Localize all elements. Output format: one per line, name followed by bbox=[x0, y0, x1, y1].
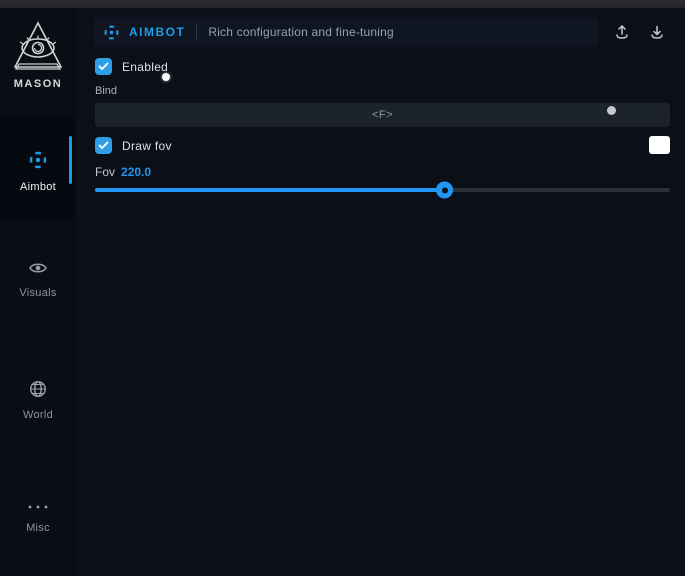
fov-label-row: Fov 220.0 bbox=[95, 165, 151, 179]
page-header: AIMBOT Rich configuration and fine-tunin… bbox=[93, 17, 598, 47]
sidebar-item-label: Aimbot bbox=[0, 181, 76, 193]
enabled-row: Enabled bbox=[95, 58, 168, 75]
enabled-checkbox[interactable] bbox=[95, 58, 112, 75]
fov-slider[interactable] bbox=[95, 182, 670, 198]
sidebar-item-aimbot[interactable]: Aimbot bbox=[0, 114, 76, 220]
app-logo-label: MASON bbox=[0, 78, 76, 90]
sidebar-item-misc[interactable]: Misc bbox=[0, 498, 76, 534]
fov-slider-handle[interactable] bbox=[436, 182, 453, 199]
app-logo: MASON bbox=[0, 20, 76, 90]
draw-fov-color-swatch[interactable] bbox=[649, 136, 670, 154]
fov-slider-fill bbox=[95, 188, 444, 192]
sidebar-item-visuals[interactable]: Visuals bbox=[0, 260, 76, 299]
bind-key-value: <F> bbox=[372, 109, 393, 121]
download-icon bbox=[649, 24, 665, 40]
bind-key-button[interactable]: <F> bbox=[95, 103, 670, 127]
cursor-dot bbox=[607, 106, 616, 115]
eye-icon bbox=[28, 260, 48, 281]
check-icon bbox=[98, 62, 109, 71]
bind-label: Bind bbox=[95, 85, 117, 97]
header-divider bbox=[196, 24, 197, 40]
page-subtitle: Rich configuration and fine-tuning bbox=[208, 25, 394, 39]
sidebar-item-label: World bbox=[0, 409, 76, 421]
draw-fov-checkbox[interactable] bbox=[95, 137, 112, 154]
crosshair-icon bbox=[103, 24, 120, 41]
ellipsis-icon bbox=[27, 498, 49, 516]
sidebar: MASON Aimbot Visuals World bbox=[0, 8, 76, 576]
draw-fov-row: Draw fov bbox=[95, 137, 172, 154]
download-config-button[interactable] bbox=[642, 17, 672, 47]
page-title: AIMBOT bbox=[129, 25, 185, 39]
crosshair-icon bbox=[28, 150, 48, 175]
mason-eye-pyramid-icon bbox=[0, 20, 76, 76]
enabled-label: Enabled bbox=[122, 60, 168, 74]
active-indicator-bar bbox=[69, 136, 72, 184]
fov-label: Fov bbox=[95, 165, 115, 179]
main-panel: AIMBOT Rich configuration and fine-tunin… bbox=[76, 8, 685, 576]
globe-icon bbox=[29, 380, 47, 403]
sidebar-item-label: Visuals bbox=[0, 287, 76, 299]
upload-config-button[interactable] bbox=[607, 17, 637, 47]
sidebar-item-label: Misc bbox=[0, 522, 76, 534]
upload-icon bbox=[614, 24, 630, 40]
sidebar-item-world[interactable]: World bbox=[0, 380, 76, 421]
fov-value: 220.0 bbox=[121, 165, 151, 179]
check-icon bbox=[98, 141, 109, 150]
window-top-strip bbox=[0, 0, 685, 8]
cursor-dot bbox=[162, 73, 170, 81]
draw-fov-label: Draw fov bbox=[122, 139, 172, 153]
